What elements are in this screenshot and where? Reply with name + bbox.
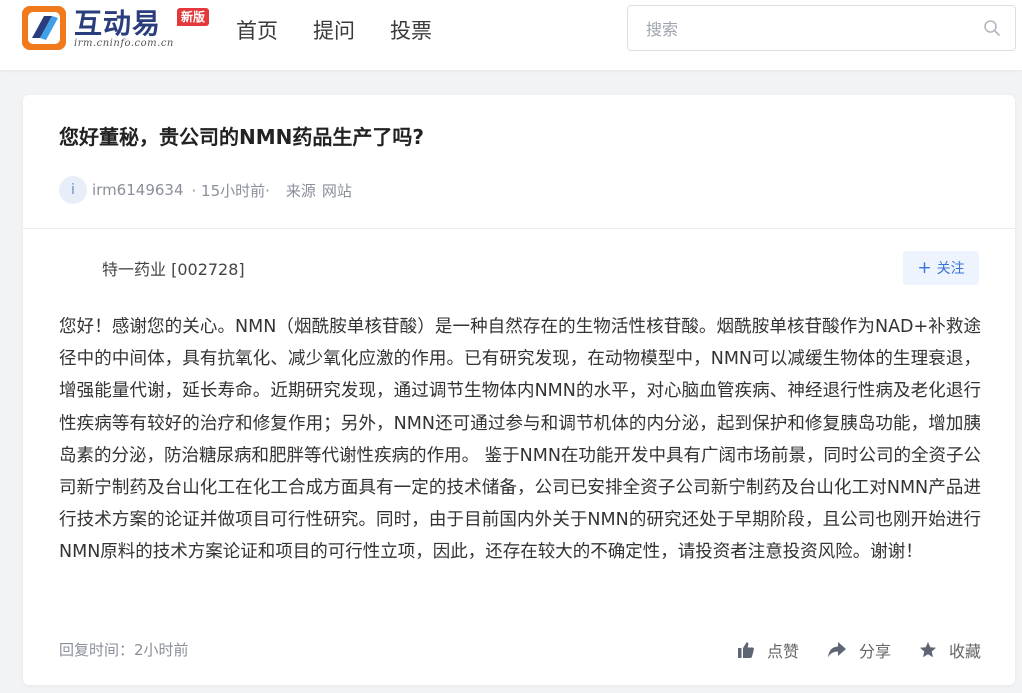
- company-name[interactable]: 特一药业 [002728]: [102, 256, 245, 280]
- favorite-button[interactable]: 收藏: [919, 638, 981, 662]
- plus-icon: +: [917, 257, 932, 278]
- like-label: 点赞: [766, 642, 799, 661]
- answer-actions: 点赞 分享 收藏: [709, 638, 981, 662]
- share-button[interactable]: 分享: [827, 638, 891, 662]
- nav-ask[interactable]: 提问: [313, 16, 355, 46]
- nav-vote[interactable]: 投票: [390, 16, 432, 46]
- search-box: [627, 5, 1016, 52]
- share-icon: [827, 642, 846, 658]
- follow-button[interactable]: + 关注: [903, 251, 979, 285]
- source-value: 网站: [321, 181, 352, 200]
- question-title: 您好董秘，贵公司的NMN药品生产了吗?: [59, 125, 424, 149]
- follow-label: 关注: [936, 261, 965, 277]
- like-button[interactable]: 点赞: [737, 638, 799, 662]
- answer-text: 您好！感谢您的关心。NMN（烟酰胺单核苷酸）是一种自然存在的生物活性核苷酸。烟酰…: [59, 317, 981, 563]
- logo-icon[interactable]: [22, 6, 66, 50]
- asker-username[interactable]: irm6149634: [92, 181, 184, 199]
- source-label: 来源: [285, 181, 316, 200]
- top-header: 互动易 irm.cninfo.com.cn 新版 首页 提问 投票: [0, 0, 1022, 70]
- search-input[interactable]: [644, 6, 968, 52]
- reply-time: 回复时间：2小时前: [59, 641, 189, 659]
- divider: [23, 228, 1015, 229]
- logo-domain: irm.cninfo.com.cn: [74, 38, 174, 49]
- share-label: 分享: [858, 642, 891, 661]
- answer-footer: 回复时间：2小时前 点赞 分享 收藏: [59, 635, 981, 665]
- avatar[interactable]: i: [59, 176, 87, 204]
- main-nav: 首页 提问 投票: [236, 16, 467, 46]
- favorite-label: 收藏: [948, 642, 981, 661]
- nav-home[interactable]: 首页: [236, 16, 278, 46]
- star-icon: [919, 642, 936, 658]
- new-version-badge: 新版: [177, 8, 210, 26]
- logo-text[interactable]: 互动易: [74, 2, 161, 42]
- thumbs-up-icon: [737, 642, 754, 658]
- question-meta: i irm6149634 · 15小时前· 来源 网站: [59, 176, 352, 204]
- qa-card: 您好董秘，贵公司的NMN药品生产了吗? i irm6149634 · 15小时前…: [23, 95, 1015, 685]
- search-icon[interactable]: [983, 19, 1001, 37]
- question-time: · 15小时前·: [191, 181, 270, 200]
